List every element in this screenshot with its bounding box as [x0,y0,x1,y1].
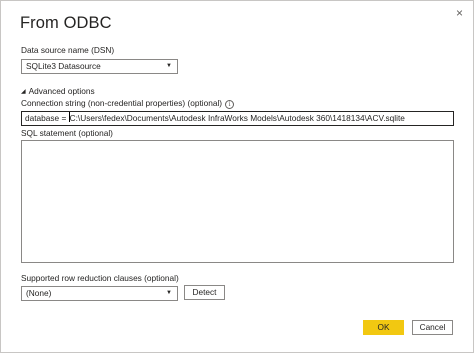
cancel-button[interactable]: Cancel [412,320,453,335]
row-reduction-select[interactable]: (None) ▼ [21,286,178,301]
row-reduction-label: Supported row reduction clauses (optiona… [21,273,179,283]
chevron-down-icon: ▼ [166,290,172,296]
detect-button[interactable]: Detect [184,285,225,300]
advanced-options-label: Advanced options [28,86,95,96]
ok-button[interactable]: OK [363,320,404,335]
advanced-options-toggle[interactable]: ◢ Advanced options [21,86,95,96]
connection-string-value: C:\Users\fedex\Documents\Autodesk InfraW… [69,113,405,123]
dsn-select[interactable]: SQLite3 Datasource ▼ [21,59,178,74]
triangle-down-icon: ◢ [21,89,26,95]
connection-string-input[interactable]: database = C:\Users\fedex\Documents\Auto… [21,111,454,126]
dsn-selected-value: SQLite3 Datasource [26,61,101,71]
connection-string-prefix: database = [25,113,69,123]
sql-statement-label: SQL statement (optional) [21,128,113,138]
close-icon[interactable]: × [456,7,463,19]
row-reduction-selected-value: (None) [26,288,52,298]
from-odbc-dialog: × From ODBC Data source name (DSN) SQLit… [0,0,474,353]
sql-statement-textarea[interactable] [21,140,454,263]
connection-string-label: Connection string (non-credential proper… [21,98,235,109]
connection-string-label-text: Connection string (non-credential proper… [21,98,223,108]
chevron-down-icon: ▼ [166,63,172,69]
dialog-title: From ODBC [20,14,112,32]
info-icon[interactable]: i [225,100,235,109]
dsn-label: Data source name (DSN) [21,45,115,55]
